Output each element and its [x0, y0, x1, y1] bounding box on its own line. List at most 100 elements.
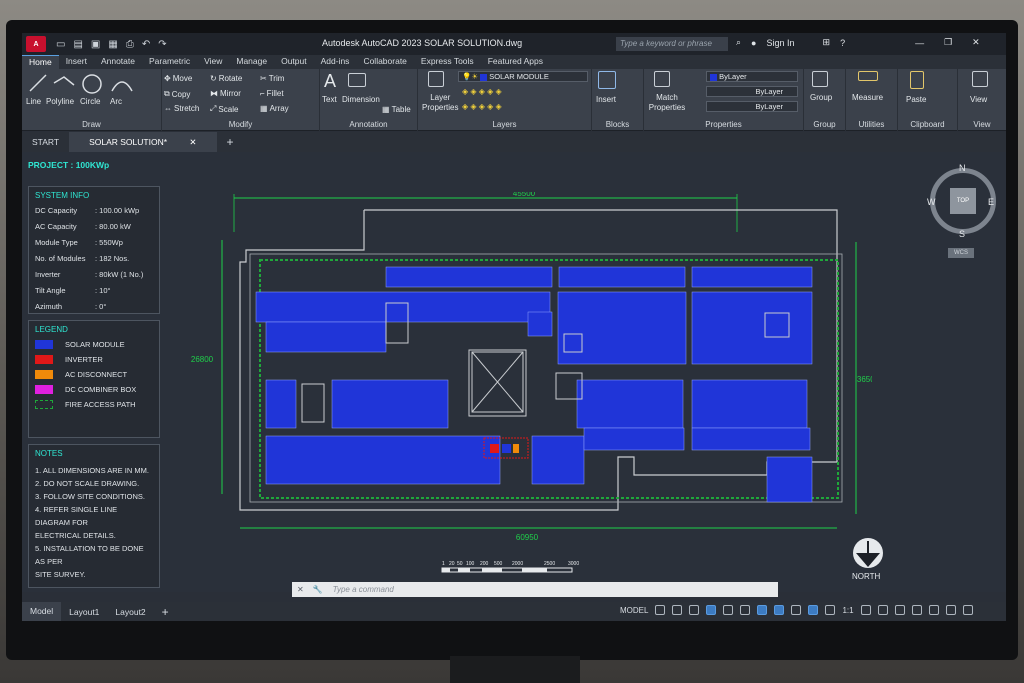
annotation-monitor-icon[interactable] — [877, 605, 888, 615]
polyline-button[interactable]: Polyline — [46, 97, 74, 106]
compass-east[interactable]: E — [988, 197, 994, 207]
grid-icon[interactable] — [655, 605, 666, 615]
print-icon[interactable]: ⎙ — [126, 39, 134, 50]
autocad-logo[interactable]: A — [26, 36, 46, 52]
annotation-visibility-icon[interactable] — [808, 605, 819, 615]
user-icon[interactable]: ● — [751, 38, 756, 48]
measure-button[interactable]: Measure — [852, 93, 883, 102]
tab-output[interactable]: Output — [274, 55, 314, 69]
array-button[interactable]: ▦ Array — [260, 104, 289, 113]
wcs-dropdown[interactable]: WCS — [948, 248, 974, 258]
add-layout-icon[interactable]: + — [154, 605, 177, 619]
group-button[interactable]: Group — [810, 93, 832, 102]
open-icon[interactable]: ▤ — [73, 39, 82, 50]
transparency-icon[interactable] — [774, 605, 785, 615]
new-icon[interactable]: ▭ — [56, 39, 65, 50]
osnap-track-icon[interactable] — [740, 605, 751, 615]
polar-icon[interactable] — [706, 605, 717, 615]
wrench-icon[interactable]: 🔧 — [309, 585, 327, 594]
tab-express-tools[interactable]: Express Tools — [414, 55, 481, 69]
restore-icon[interactable]: ❐ — [944, 37, 952, 48]
compass-west[interactable]: W — [927, 197, 936, 207]
viewcube-top-face[interactable]: TOP — [950, 188, 976, 214]
layer-tools-icons[interactable]: ◈ ◈ ◈ ◈ ◈ — [462, 87, 502, 96]
snap-icon[interactable] — [672, 605, 683, 615]
workspace-gear-icon[interactable] — [860, 605, 871, 615]
customization-icon[interactable] — [962, 605, 973, 615]
compass-south[interactable]: S — [959, 229, 965, 239]
tab-solar-solution[interactable]: SOLAR SOLUTION* ✕ — [69, 132, 217, 152]
paste-button[interactable]: Paste — [906, 95, 926, 104]
scale-button[interactable]: ⤢ Scale — [210, 104, 238, 114]
close-tab-icon[interactable]: ✕ — [179, 137, 206, 147]
cart-icon[interactable]: ⊞ — [823, 37, 831, 48]
layer-dropdown[interactable]: 💡☀ SOLAR MODULE — [458, 71, 588, 82]
tab-layout2[interactable]: Layout2 — [107, 607, 153, 617]
tab-layout1[interactable]: Layout1 — [61, 607, 107, 617]
tab-insert[interactable]: Insert — [59, 55, 94, 69]
trim-button[interactable]: ✂ Trim — [260, 74, 284, 83]
selection-cycling-icon[interactable] — [791, 605, 802, 615]
circle-button[interactable]: Circle — [80, 97, 100, 106]
ortho-icon[interactable] — [689, 605, 700, 615]
groups-panel-title: Group — [813, 120, 836, 129]
search-input[interactable]: Type a keyword or phrase — [616, 37, 728, 51]
tab-collaborate[interactable]: Collaborate — [356, 55, 413, 69]
move-button[interactable]: ✥ Move — [164, 74, 192, 83]
add-tab-icon[interactable]: + — [217, 135, 244, 149]
drawing-area[interactable]: PROJECT : 100KWp SYSTEM INFO DC Capacity… — [22, 152, 1006, 592]
dimension-button[interactable]: Dimension — [342, 95, 380, 104]
command-line[interactable]: ✕ 🔧 Type a command — [292, 582, 778, 597]
copy-button[interactable]: ⧉ Copy — [164, 89, 190, 99]
notes-panel: NOTES 1. ALL DIMENSIONS ARE IN MM. 2. DO… — [28, 444, 160, 588]
rotate-button[interactable]: ↻ Rotate — [210, 74, 242, 83]
redo-icon[interactable]: ↷ — [158, 39, 166, 50]
command-input[interactable]: Type a command — [327, 585, 394, 594]
model-space-toggle[interactable]: MODEL — [620, 606, 648, 615]
compass-north[interactable]: N — [959, 163, 966, 173]
lineweight-icon[interactable] — [757, 605, 768, 615]
saveas-icon[interactable]: ▦ — [108, 39, 117, 50]
save-icon[interactable]: ▣ — [91, 39, 100, 50]
isolate-objects-icon[interactable] — [928, 605, 939, 615]
tab-view[interactable]: View — [197, 55, 229, 69]
close-command-icon[interactable]: ✕ — [292, 585, 309, 594]
color-dropdown[interactable]: ByLayer — [706, 71, 798, 82]
quick-properties-icon[interactable] — [911, 605, 922, 615]
help-icon[interactable]: ? — [840, 38, 845, 48]
table-button[interactable]: ▦ Table — [382, 105, 411, 114]
tab-model[interactable]: Model — [22, 602, 62, 621]
lineweight-dropdown[interactable]: ByLayer — [706, 101, 798, 112]
tab-start[interactable]: START — [22, 137, 69, 147]
layer-tools-icons-2[interactable]: ◈ ◈ ◈ ◈ ◈ — [462, 102, 502, 111]
tab-home[interactable]: Home — [22, 55, 59, 69]
arc-button[interactable]: Arc — [110, 97, 122, 106]
fillet-button[interactable]: ⌐ Fillet — [260, 89, 284, 98]
linetype-dropdown[interactable]: ByLayer — [706, 86, 798, 97]
tab-annotate[interactable]: Annotate — [94, 55, 142, 69]
minimize-icon[interactable]: — — [915, 38, 924, 48]
undo-icon[interactable]: ↶ — [142, 39, 150, 50]
tab-parametric[interactable]: Parametric — [142, 55, 197, 69]
stretch-button[interactable]: ⇔ Stretch — [164, 104, 199, 113]
annotation-scale[interactable]: 1:1 — [842, 606, 853, 615]
isodraft-icon[interactable] — [723, 605, 734, 615]
layer-properties-button[interactable]: Layer Properties — [422, 93, 458, 113]
units-icon[interactable] — [894, 605, 905, 615]
search-icon[interactable]: ⌕ — [736, 37, 741, 48]
close-icon[interactable]: ✕ — [972, 37, 980, 48]
mirror-button[interactable]: ⧓ Mirror — [210, 89, 241, 98]
tab-featured-apps[interactable]: Featured Apps — [481, 55, 550, 69]
insert-button[interactable]: Insert — [596, 95, 616, 104]
viewcube[interactable]: TOP — [930, 168, 996, 234]
modify-panel-title: Modify — [228, 120, 253, 129]
line-button[interactable]: Line — [26, 97, 41, 106]
match-properties-button[interactable]: Match Properties — [648, 93, 686, 113]
text-button[interactable]: Text — [322, 95, 337, 104]
tab-add-ins[interactable]: Add-ins — [314, 55, 357, 69]
view-button[interactable]: View — [970, 95, 987, 104]
sign-in-link[interactable]: Sign In — [766, 38, 794, 48]
autoscale-icon[interactable] — [825, 605, 836, 615]
clean-screen-icon[interactable] — [945, 605, 956, 615]
tab-manage[interactable]: Manage — [229, 55, 274, 69]
